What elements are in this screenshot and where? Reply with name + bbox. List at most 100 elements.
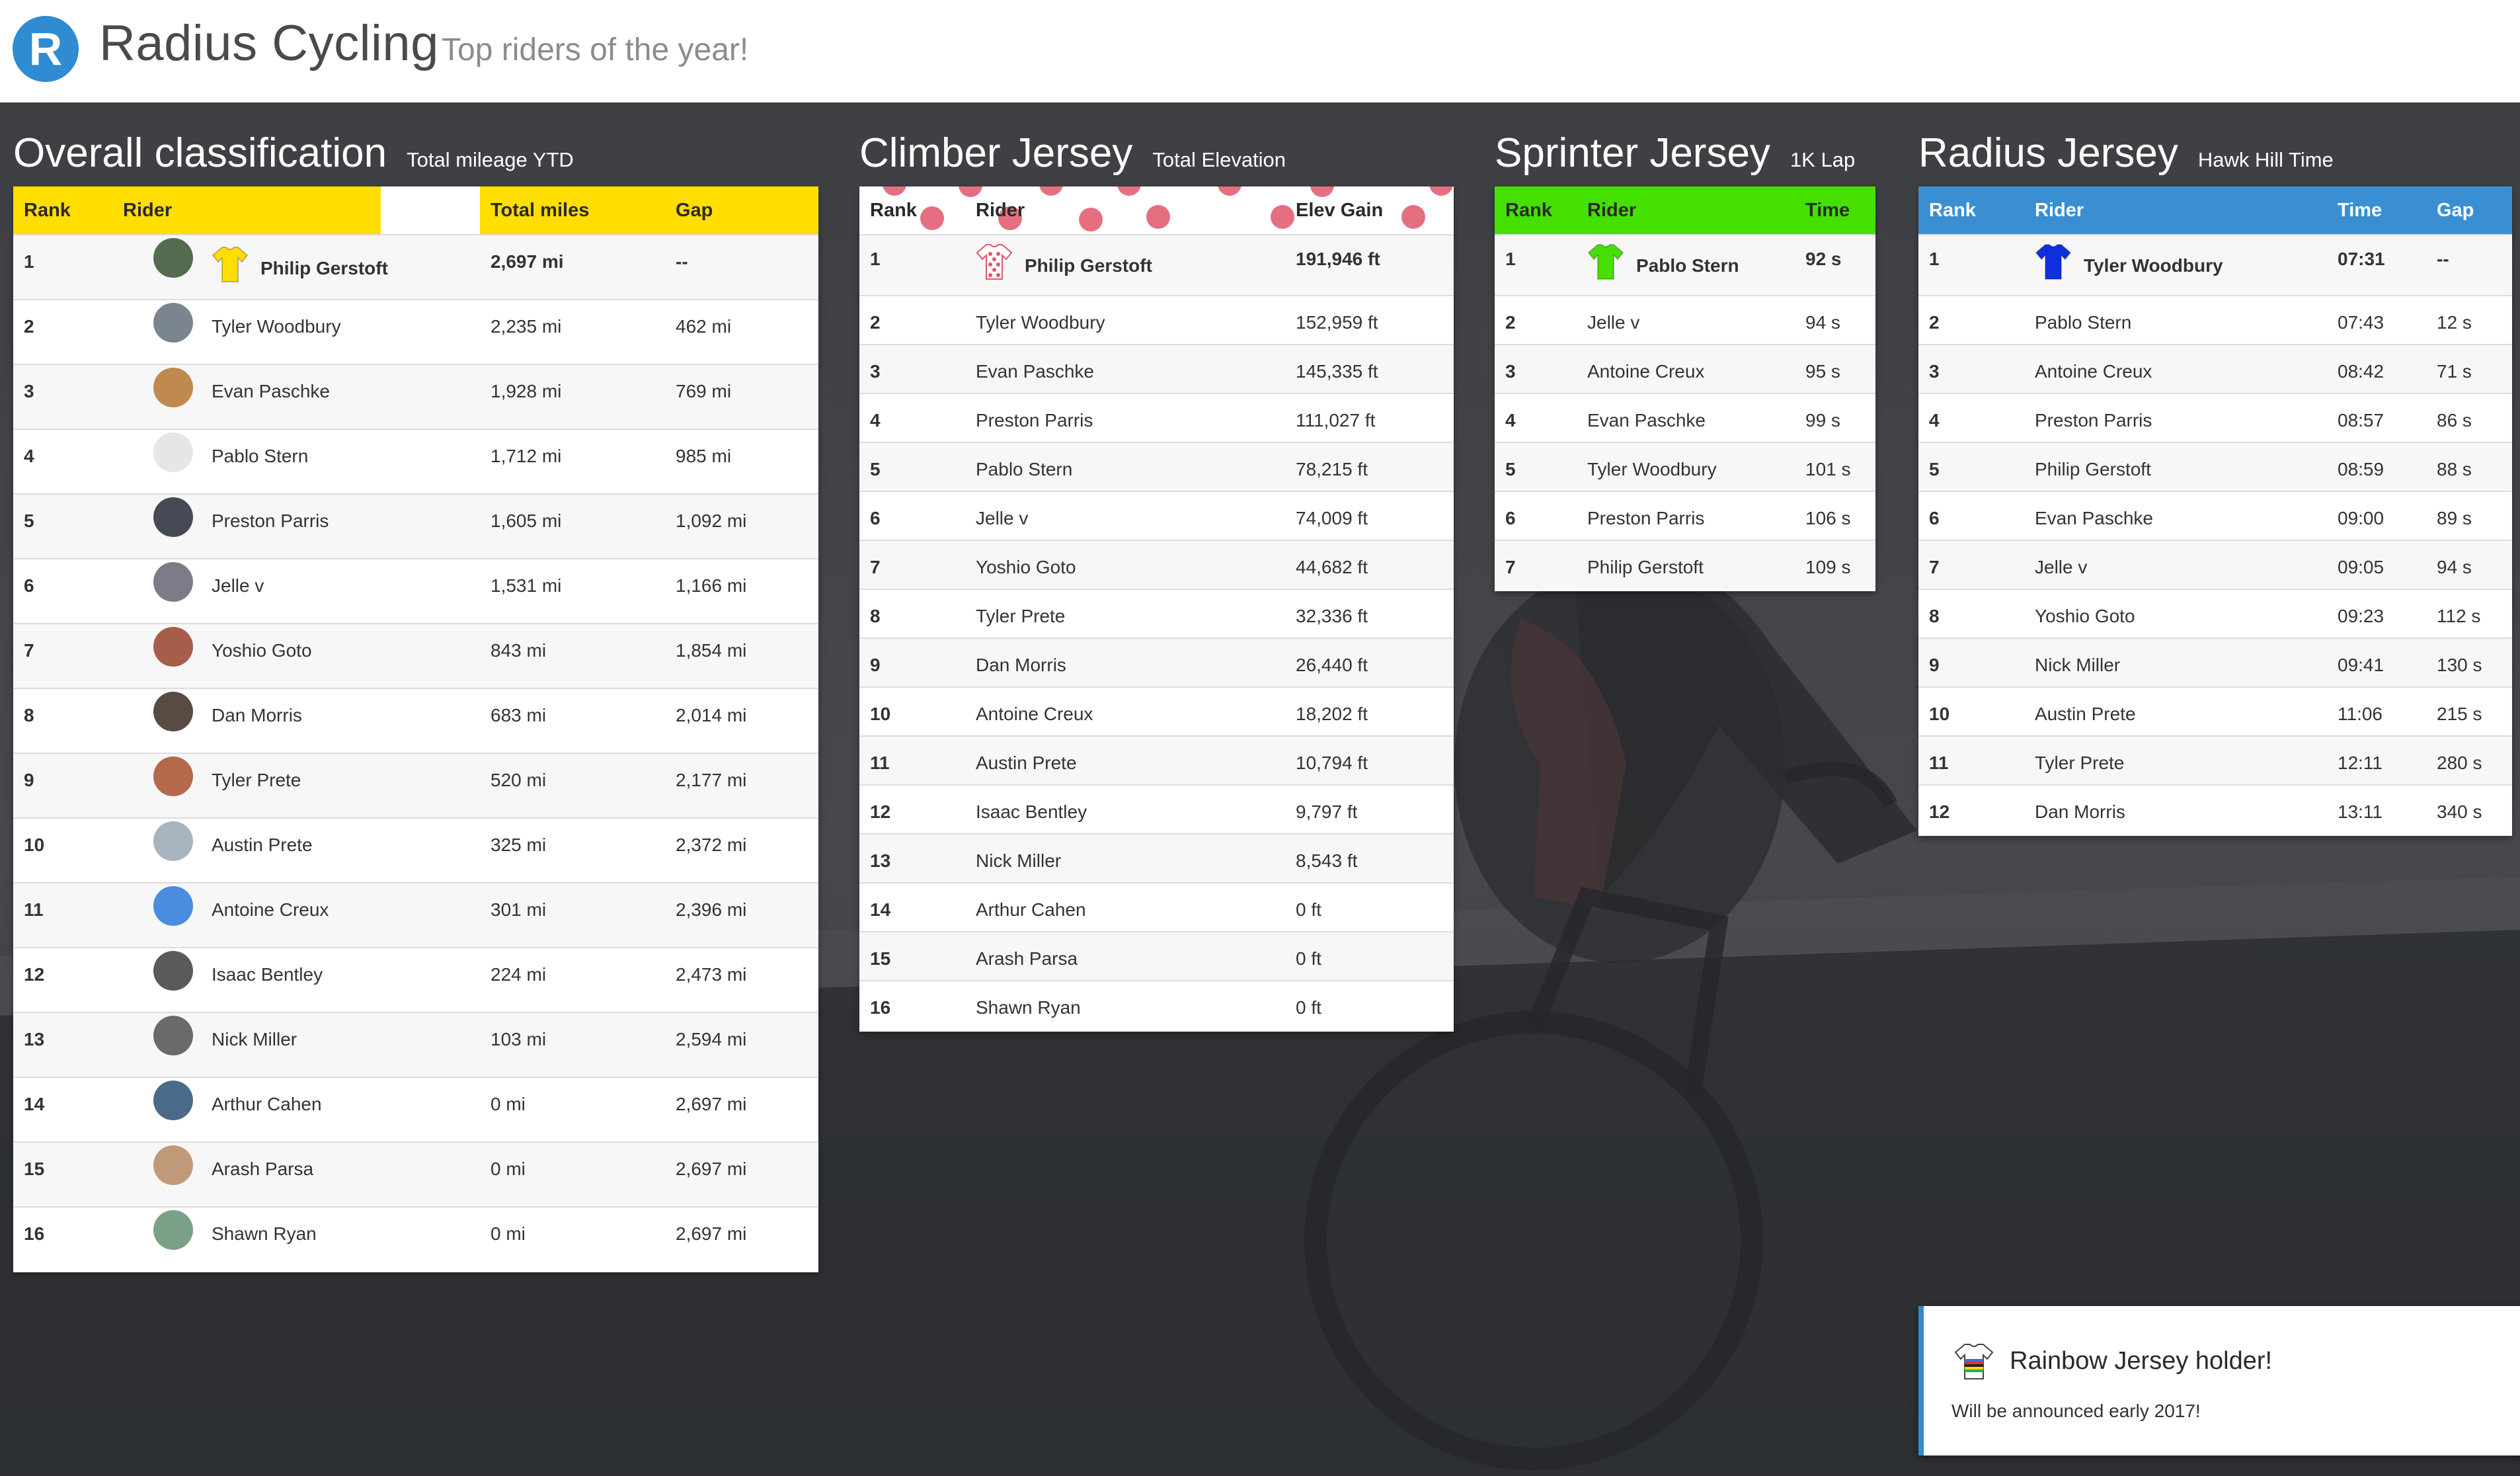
table-row[interactable]: 12 Dan Morris 13:11 340 s [1918,784,2512,834]
rider-name[interactable]: Jelle v [976,508,1028,528]
avatar[interactable] [153,303,193,343]
rider-name[interactable]: Nick Miller [2035,655,2120,675]
rider-name[interactable]: Tyler Woodbury [1587,459,1717,479]
col-total-miles[interactable]: Total miles [480,186,665,235]
table-row[interactable]: 5 Tyler Woodbury 101 s [1495,442,1875,491]
rider-name[interactable]: Jelle v [212,575,264,596]
table-row[interactable]: 8 Tyler Prete 32,336 ft [859,589,1454,638]
rider-name[interactable]: Preston Parris [976,410,1093,430]
table-row[interactable]: 3 Antoine Creux 08:42 71 s [1918,344,2512,393]
table-row[interactable]: 14 Arthur Cahen 0 ft [859,882,1454,932]
rider-name[interactable]: Nick Miller [976,850,1061,871]
rider-name[interactable]: Austin Prete [212,835,313,855]
rider-name[interactable]: Yoshio Goto [2035,606,2135,626]
table-row[interactable]: 9 Dan Morris 26,440 ft [859,637,1454,687]
rainbow-jersey-toast[interactable]: Rainbow Jersey holder! Will be announced… [1918,1306,2520,1456]
rider-name[interactable]: Pablo Stern [976,459,1072,479]
col-time[interactable]: Time [1795,186,1875,235]
table-row[interactable]: 15 Arash Parsa 0 mi 2,697 mi [13,1141,818,1207]
table-row[interactable]: 1 Tyler Woodbury 07:31 -- [1918,234,2512,296]
avatar[interactable] [153,821,193,861]
table-row[interactable]: 7 Yoshio Goto 843 mi 1,854 mi [13,623,818,688]
rider-name[interactable]: Austin Prete [976,753,1077,773]
table-row[interactable]: 1 Pablo Stern 92 s [1495,234,1875,296]
col-rider[interactable]: Rider [965,186,1285,235]
table-row[interactable]: 14 Arthur Cahen 0 mi 2,697 mi [13,1077,818,1142]
table-row[interactable]: 8 Dan Morris 683 mi 2,014 mi [13,688,818,753]
col-rank[interactable]: Rank [859,186,1453,235]
rider-name[interactable]: Tyler Woodbury [976,312,1105,333]
rider-name[interactable]: Arthur Cahen [212,1094,322,1114]
rider-name[interactable]: Arash Parsa [212,1159,313,1179]
table-row[interactable]: 6 Evan Paschke 09:00 89 s [1918,491,2512,540]
rider-name[interactable]: Evan Paschke [976,361,1094,382]
table-row[interactable]: 3 Antoine Creux 95 s [1495,344,1875,393]
table-row[interactable]: 6 Jelle v 1,531 mi 1,166 mi [13,558,818,624]
avatar[interactable] [153,1145,193,1185]
table-row[interactable]: 4 Pablo Stern 1,712 mi 985 mi [13,429,818,494]
rider-name[interactable]: Philip Gerstoft [1587,557,1704,577]
table-row[interactable]: 6 Preston Parris 106 s [1495,491,1875,540]
col-rank[interactable]: Rank [1918,186,2024,235]
avatar[interactable] [153,1016,193,1055]
brand-title[interactable]: Radius Cycling [99,15,439,72]
table-row[interactable]: 15 Arash Parsa 0 ft [859,931,1454,981]
table-row[interactable]: 9 Tyler Prete 520 mi 2,177 mi [13,753,818,818]
avatar[interactable] [153,432,193,472]
table-row[interactable]: 10 Austin Prete 11:06 215 s [1918,686,2512,736]
avatar[interactable] [153,368,193,407]
rider-name[interactable]: Pablo Stern [212,446,308,466]
rider-name[interactable]: Dan Morris [212,705,302,725]
col-time[interactable]: Time [2327,186,2426,235]
rider-name[interactable]: Dan Morris [976,655,1066,675]
table-row[interactable]: 16 Shawn Ryan 0 ft [859,980,1454,1030]
rider-name[interactable]: Philip Gerstoft [1025,255,1152,276]
table-row[interactable]: 2 Tyler Woodbury 152,959 ft [859,295,1454,345]
table-row[interactable]: 11 Tyler Prete 12:11 280 s [1918,735,2512,785]
table-row[interactable]: 11 Antoine Creux 301 mi 2,396 mi [13,882,818,948]
table-row[interactable]: 7 Jelle v 09:05 94 s [1918,540,2512,589]
avatar[interactable] [153,627,193,667]
avatar[interactable] [153,562,193,602]
table-row[interactable]: 1 Philip Gerstoft 2,697 mi -- [13,234,818,300]
rider-name[interactable]: Isaac Bentley [976,801,1087,822]
rider-name[interactable]: Evan Paschke [1587,410,1706,430]
table-row[interactable]: 4 Preston Parris 111,027 ft [859,393,1454,442]
col-gap[interactable]: Gap [665,186,818,235]
avatar[interactable] [153,497,193,537]
table-row[interactable]: 13 Nick Miller 103 mi 2,594 mi [13,1012,818,1077]
rider-name[interactable]: Dan Morris [2035,801,2125,822]
table-row[interactable]: 5 Preston Parris 1,605 mi 1,092 mi [13,493,818,559]
rider-name[interactable]: Jelle v [1587,312,1639,333]
table-row[interactable]: 8 Yoshio Goto 09:23 112 s [1918,589,2512,638]
table-row[interactable]: 3 Evan Paschke 145,335 ft [859,344,1454,393]
rider-name[interactable]: Pablo Stern [2035,312,2131,333]
table-row[interactable]: 2 Pablo Stern 07:43 12 s [1918,295,2512,345]
col-rider[interactable]: Rider [2024,186,2327,235]
rider-name[interactable]: Yoshio Goto [212,640,312,661]
avatar[interactable] [153,951,193,991]
avatar[interactable] [153,1081,193,1120]
table-row[interactable]: 5 Philip Gerstoft 08:59 88 s [1918,442,2512,491]
avatar[interactable] [153,238,193,278]
col-rider[interactable]: Rider [1577,186,1795,235]
table-row[interactable]: 1 Philip Gerstoft 191,946 ft [859,234,1454,296]
rider-name[interactable]: Tyler Prete [212,770,301,790]
table-row[interactable]: 11 Austin Prete 10,794 ft [859,735,1454,785]
table-row[interactable]: 2 Jelle v 94 s [1495,295,1875,345]
rider-name[interactable]: Isaac Bentley [212,964,323,985]
rider-name[interactable]: Preston Parris [1587,508,1704,528]
rider-name[interactable]: Nick Miller [212,1029,297,1049]
rider-name[interactable]: Antoine Creux [212,899,329,920]
avatar[interactable] [153,886,193,926]
rider-name[interactable]: Antoine Creux [976,704,1093,724]
table-row[interactable]: 4 Evan Paschke 99 s [1495,393,1875,442]
rider-name[interactable]: Antoine Creux [2035,361,2152,382]
col-gap[interactable]: Gap [2426,186,2512,235]
rider-name[interactable]: Austin Prete [2035,704,2136,724]
avatar[interactable] [153,757,193,796]
logo-icon[interactable]: R [13,16,79,82]
col-rank[interactable]: Rank [1495,186,1577,235]
rider-name[interactable]: Preston Parris [212,511,329,531]
rider-name[interactable]: Yoshio Goto [976,557,1076,577]
